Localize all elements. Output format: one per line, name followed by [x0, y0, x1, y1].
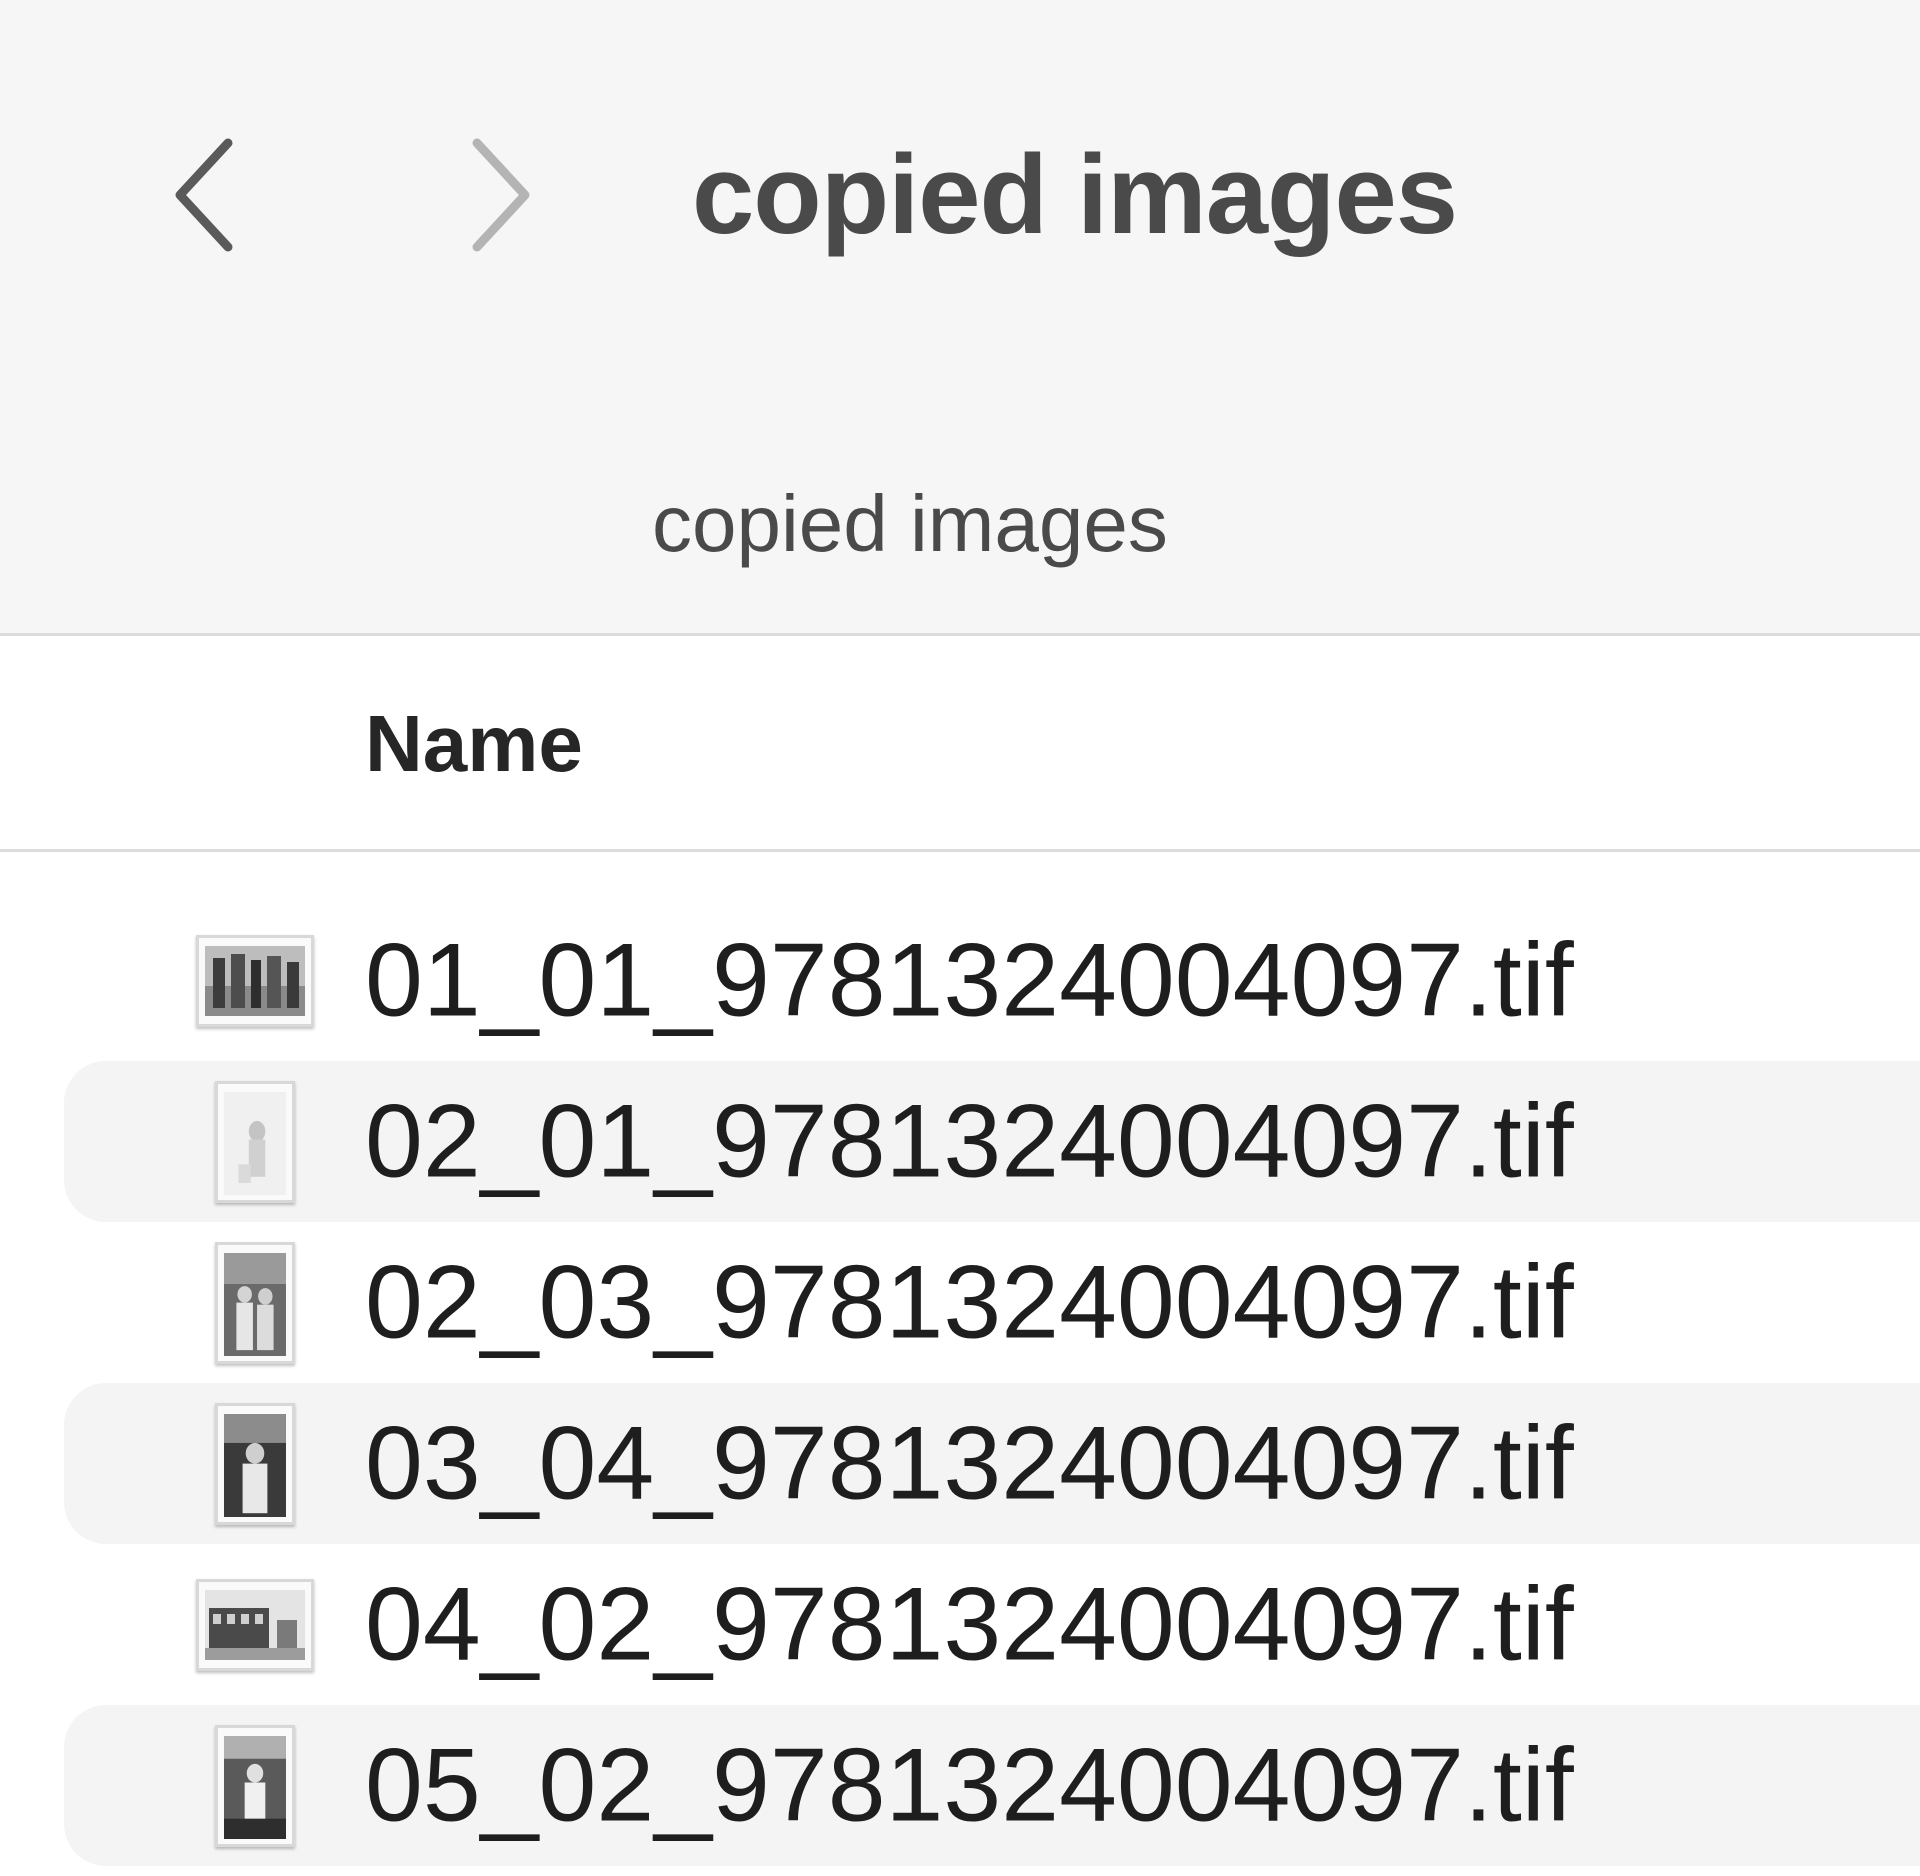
file-row[interactable]: 02_01_9781324004097.tif	[0, 1061, 1920, 1222]
toolbar: copied images copied images	[0, 0, 1920, 636]
finder-window: copied images copied images Name 01_01_9…	[0, 0, 1920, 1876]
image-thumbnail	[196, 934, 314, 1027]
name-column-header[interactable]: Name	[365, 698, 583, 790]
path-title: copied images	[652, 479, 1168, 568]
photo-thumbnail-icon	[224, 1252, 286, 1356]
photo-thumbnail-icon	[224, 1091, 286, 1195]
file-name: 02_01_9781324004097.tif	[365, 1083, 1574, 1199]
chevron-right-icon	[472, 138, 530, 252]
file-row[interactable]: 04_02_9781324004097.tif	[0, 1544, 1920, 1705]
column-header: Name	[0, 636, 1920, 852]
chevron-left-icon	[175, 138, 233, 252]
file-row[interactable]: 03_04_9781324004097.tif	[0, 1383, 1920, 1544]
image-thumbnail	[215, 1402, 295, 1525]
file-list: 01_01_9781324004097.tif 02_01_9781324004…	[0, 900, 1920, 1866]
forward-button[interactable]	[440, 125, 560, 265]
file-name: 02_03_9781324004097.tif	[365, 1244, 1574, 1360]
file-name: 05_02_9781324004097.tif	[365, 1727, 1574, 1843]
image-thumbnail	[215, 1724, 295, 1847]
photo-thumbnail-icon	[205, 1589, 305, 1660]
file-name: 01_01_9781324004097.tif	[365, 922, 1574, 1038]
window-title: copied images	[692, 132, 1458, 257]
image-thumbnail	[215, 1241, 295, 1364]
photo-thumbnail-icon	[224, 1735, 286, 1839]
back-button[interactable]	[145, 125, 265, 265]
photo-thumbnail-icon	[224, 1413, 286, 1517]
file-name: 03_04_9781324004097.tif	[365, 1405, 1574, 1521]
file-row[interactable]: 02_03_9781324004097.tif	[0, 1222, 1920, 1383]
file-row[interactable]: 05_02_9781324004097.tif	[0, 1705, 1920, 1866]
file-row[interactable]: 01_01_9781324004097.tif	[0, 900, 1920, 1061]
file-name: 04_02_9781324004097.tif	[365, 1566, 1574, 1682]
image-thumbnail	[215, 1080, 295, 1203]
photo-thumbnail-icon	[205, 945, 305, 1016]
image-thumbnail	[196, 1578, 314, 1671]
